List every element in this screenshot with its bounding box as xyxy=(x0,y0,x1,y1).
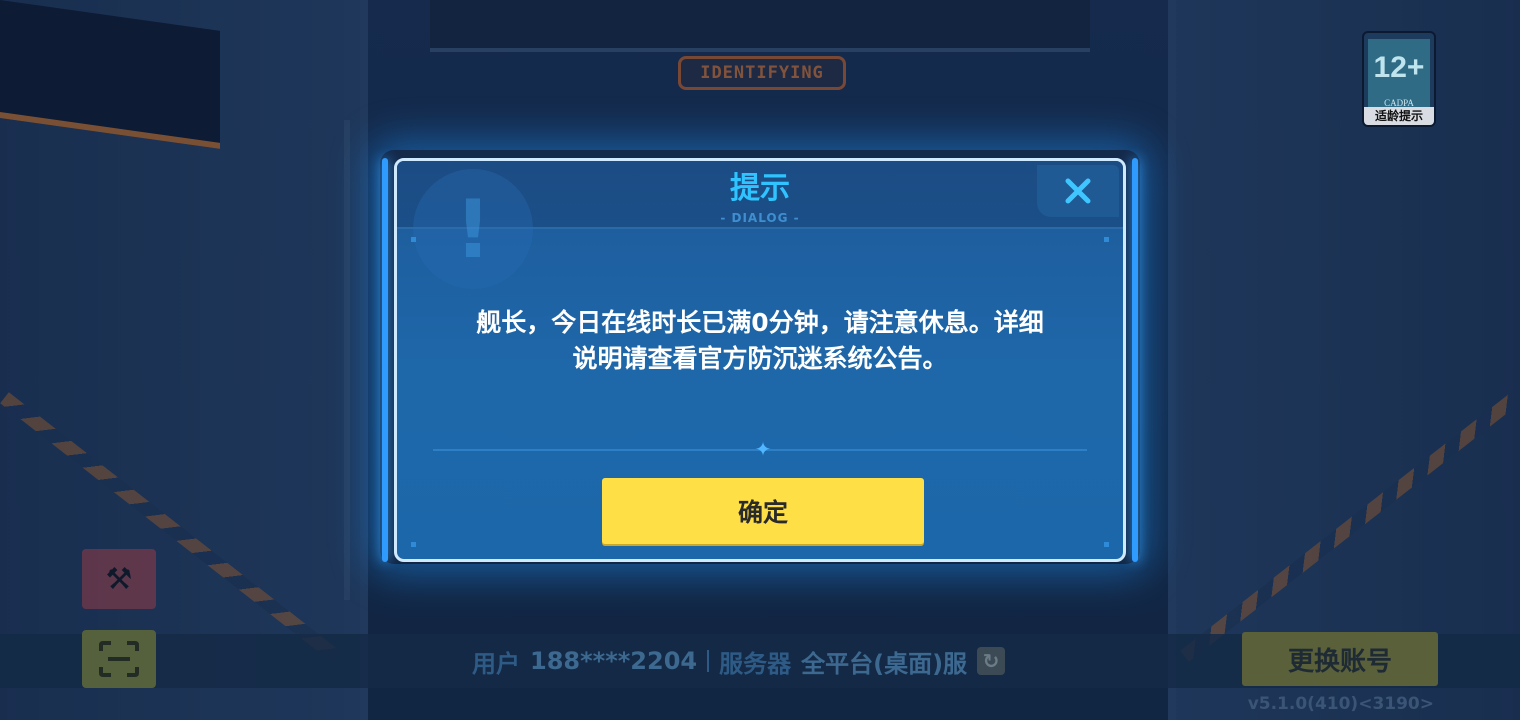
message-line-1: 舰长，今日在线时长已满0分钟，请注意休息。详细 xyxy=(476,308,1044,337)
dialog-title: 提示 xyxy=(730,171,790,206)
refresh-server-icon[interactable]: ↻ xyxy=(977,647,1006,675)
star-icon: ✦ xyxy=(754,437,772,461)
message-line-2: 说明请查看官方防沉迷系统公告。 xyxy=(572,344,948,373)
dialog-subtitle: - DIALOG - xyxy=(720,211,800,225)
user-id: 188****2204 xyxy=(530,647,698,675)
age-rating-badge[interactable]: 12+ CADPA 适龄提示 xyxy=(1362,31,1436,127)
age-rating-number: 12+ xyxy=(1368,39,1430,97)
user-label: 用户 xyxy=(472,649,520,678)
notice-dialog: ! 提示 - DIALOG - 舰长，今日在线时长已满0分钟，请注意休息。详细 … xyxy=(394,158,1126,562)
dialog-message: 舰长，今日在线时长已满0分钟，请注意休息。详细 说明请查看官方防沉迷系统公告。 xyxy=(437,305,1083,377)
version-label: v5.1.0(410)<3190> xyxy=(1247,694,1434,714)
repair-tools-button[interactable]: ⚒ xyxy=(82,549,156,609)
dialog-edge-right xyxy=(1132,158,1138,562)
corner-dot xyxy=(1104,237,1109,242)
age-rating-label: 适龄提示 xyxy=(1364,107,1434,125)
scan-button[interactable] xyxy=(82,630,156,688)
confirm-button[interactable]: 确定 xyxy=(602,478,924,544)
divider xyxy=(707,650,710,672)
corner-dot xyxy=(411,237,416,242)
dialog-edge-left xyxy=(382,158,388,562)
switch-account-button[interactable]: 更换账号 xyxy=(1242,632,1438,686)
tools-icon: ⚒ xyxy=(105,561,133,597)
close-icon xyxy=(1065,178,1091,204)
account-info: 用户 188****2204 服务器 全平台(桌面)服 ↻ xyxy=(472,644,1006,678)
close-button[interactable] xyxy=(1037,165,1119,217)
server-label: 服务器 xyxy=(719,649,792,678)
dialog-header: ! 提示 - DIALOG - xyxy=(397,161,1123,289)
corner-dot xyxy=(1104,542,1109,547)
server-name: 全平台(桌面)服 xyxy=(801,649,968,678)
scan-icon xyxy=(99,641,139,677)
corner-dot xyxy=(411,542,416,547)
